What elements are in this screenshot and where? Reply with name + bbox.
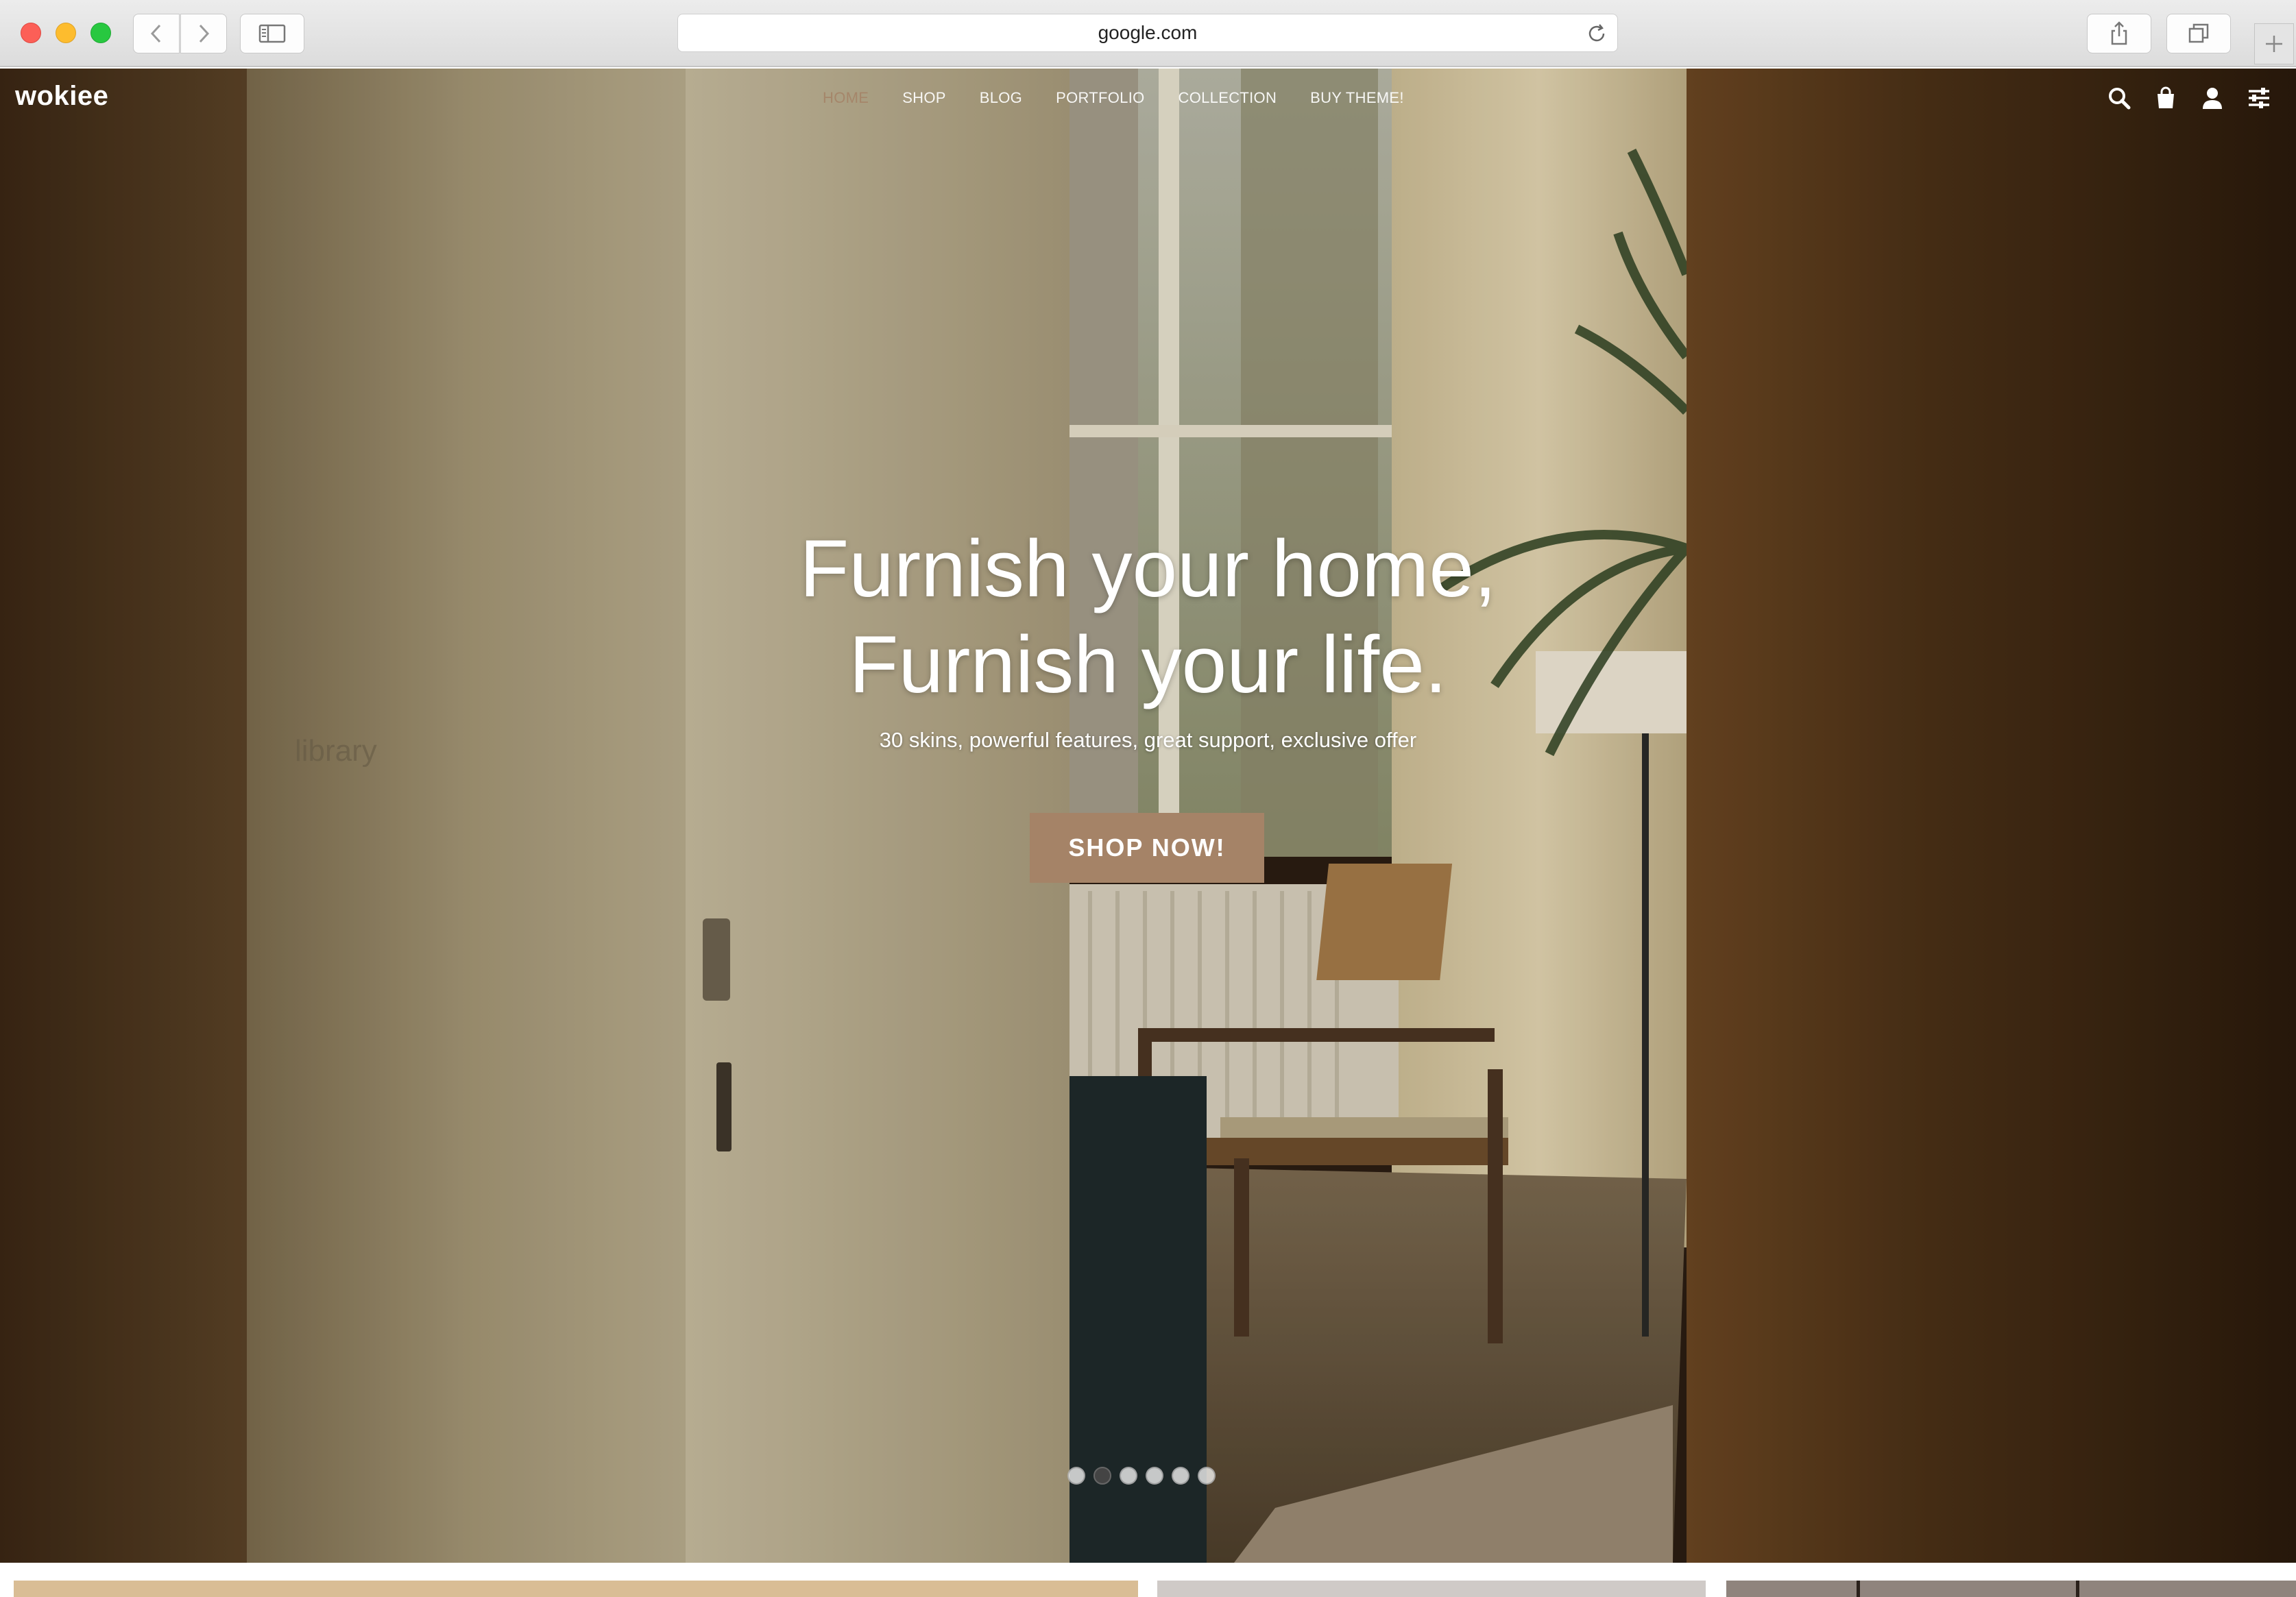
new-tab-button[interactable] bbox=[2254, 23, 2294, 64]
close-window-button[interactable] bbox=[21, 23, 41, 43]
slide-dot-active[interactable] bbox=[1093, 1467, 1111, 1485]
hero-title-line2: Furnish your life. bbox=[849, 620, 1447, 710]
address-bar[interactable]: google.com bbox=[677, 14, 1618, 52]
url-text: google.com bbox=[1098, 22, 1198, 43]
forward-button[interactable] bbox=[180, 14, 227, 53]
sidebar-icon bbox=[258, 24, 286, 43]
slider-pagination bbox=[1067, 1467, 1224, 1485]
slide-dot[interactable] bbox=[1172, 1467, 1189, 1485]
nav-portfolio[interactable]: PORTFOLIO bbox=[1056, 89, 1144, 107]
site-header: wokiee HOME SHOP BLOG PORTFOLIO COLLECTI… bbox=[0, 69, 2296, 130]
user-icon[interactable] bbox=[2200, 85, 2225, 111]
preview-detail bbox=[2076, 1581, 2079, 1597]
share-button[interactable] bbox=[2087, 14, 2151, 53]
nav-collection[interactable]: COLLECTION bbox=[1179, 89, 1277, 107]
section-preview-image bbox=[1726, 1581, 2296, 1597]
preview-detail bbox=[1857, 1581, 1860, 1597]
back-button[interactable] bbox=[133, 14, 180, 53]
browser-toolbar: google.com bbox=[0, 0, 2296, 67]
minimize-window-button[interactable] bbox=[56, 23, 76, 43]
slide-dot[interactable] bbox=[1120, 1467, 1137, 1485]
site-logo[interactable]: wokiee bbox=[15, 81, 108, 112]
nav-shop[interactable]: SHOP bbox=[902, 89, 946, 107]
tabs-icon bbox=[2188, 23, 2209, 43]
main-nav: HOME SHOP BLOG PORTFOLIO COLLECTION BUY … bbox=[823, 89, 1438, 107]
section-preview-image bbox=[1157, 1581, 1706, 1597]
zoom-window-button[interactable] bbox=[90, 23, 111, 43]
hero-subtitle: 30 skins, powerful features, great suppo… bbox=[879, 728, 1417, 752]
settings-sliders-icon[interactable] bbox=[2247, 85, 2271, 111]
slide-dot[interactable] bbox=[1067, 1467, 1085, 1485]
header-actions bbox=[2085, 85, 2271, 111]
share-icon bbox=[2111, 21, 2127, 45]
sidebar-toggle-button[interactable] bbox=[240, 14, 304, 53]
chevron-left-icon bbox=[150, 24, 161, 43]
hero-title-line1: Furnish your home, bbox=[799, 524, 1497, 614]
nav-buy-theme[interactable]: BUY THEME! bbox=[1310, 89, 1404, 107]
hero-slider: library wokiee HOME SHOP BLOG PORTFOLIO … bbox=[0, 69, 2296, 1563]
slide-dot[interactable] bbox=[1198, 1467, 1216, 1485]
reload-icon[interactable] bbox=[1586, 23, 1608, 45]
shop-now-button[interactable]: SHOP NOW! bbox=[1030, 813, 1264, 883]
slide-dot[interactable] bbox=[1146, 1467, 1163, 1485]
chevron-right-icon bbox=[199, 24, 210, 43]
show-tabs-button[interactable] bbox=[2166, 14, 2231, 53]
hero-caption: Furnish your home, Furnish your life. 30… bbox=[0, 521, 2296, 753]
nav-home[interactable]: HOME bbox=[823, 89, 869, 107]
nav-blog[interactable]: BLOG bbox=[980, 89, 1022, 107]
shopping-bag-icon[interactable] bbox=[2153, 85, 2178, 111]
search-icon[interactable] bbox=[2107, 85, 2131, 111]
section-preview-image bbox=[14, 1581, 1138, 1597]
plus-icon bbox=[2266, 36, 2282, 52]
